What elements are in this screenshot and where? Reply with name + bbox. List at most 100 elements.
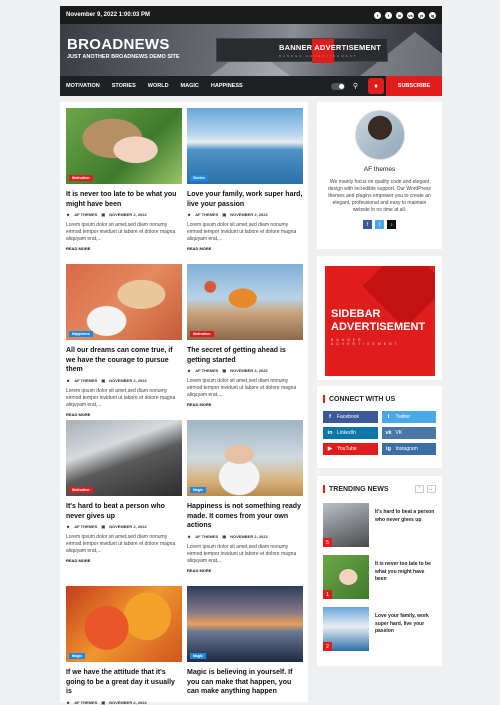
post-title[interactable]: The secret of getting ahead is getting s… <box>187 346 303 365</box>
banner-advertisement[interactable]: BANNER ADVERTISEMENT BANNER ADVERTISEMEN… <box>216 38 388 63</box>
linkedin-icon[interactable]: in <box>396 11 403 19</box>
post-card[interactable]: Stories Love your family, work super har… <box>187 108 303 251</box>
facebook-icon: f <box>329 414 331 420</box>
instagram-button[interactable]: ig Instagram <box>381 443 436 455</box>
read-more-link[interactable]: READ MORE <box>187 568 303 573</box>
post-date: NOVEMBER 2, 2022 <box>109 377 147 383</box>
trending-item-title[interactable]: It's hard to beat a person who never giv… <box>375 503 436 547</box>
post-author[interactable]: AF THEMES <box>74 700 97 705</box>
category-badge[interactable]: Magic <box>190 653 206 659</box>
trending-item-title[interactable]: Love your family, work super hard, live … <box>375 607 436 651</box>
search-icon[interactable]: ⚲ <box>353 82 358 90</box>
category-badge[interactable]: Motivation <box>69 175 93 181</box>
masthead: BROADNEWS JUST ANOTHER BROADNEWS DEMO SI… <box>60 24 442 76</box>
post-card[interactable]: Happiness All our dreams can come true, … <box>66 264 182 417</box>
chevron-down-icon[interactable]: ⌄ <box>427 485 436 493</box>
vk-button[interactable]: vk VK <box>381 427 436 439</box>
nav-item-stories[interactable]: STORIES <box>112 83 136 89</box>
post-thumbnail[interactable]: Magic <box>187 586 303 662</box>
post-author[interactable]: AF THEMES <box>74 378 97 383</box>
post-thumbnail[interactable]: Magic <box>66 586 182 662</box>
read-more-link[interactable]: READ MORE <box>66 558 182 563</box>
post-meta: ☻ AF THEMES ▣ NOVEMBER 2, 2022 <box>66 378 182 383</box>
post-author[interactable]: AF THEMES <box>74 212 97 217</box>
read-more-link[interactable]: READ MORE <box>66 412 182 417</box>
bell-icon[interactable]: ♦ <box>368 78 384 94</box>
tiktok-icon[interactable]: ♪ <box>387 220 396 229</box>
post-card[interactable]: Magic If we have the attitude that it's … <box>66 586 182 705</box>
facebook-icon[interactable]: f <box>363 220 372 229</box>
trending-item[interactable]: 5 It's hard to beat a person who never g… <box>317 503 442 547</box>
post-title[interactable]: It is never too late to be what you migh… <box>66 190 182 209</box>
nav-item-happiness[interactable]: HAPPINESS <box>211 83 243 89</box>
post-author[interactable]: AF THEMES <box>195 368 218 373</box>
trending-item-title[interactable]: It is never too late to be what you migh… <box>375 555 436 599</box>
twitter-button[interactable]: t Twitter <box>381 411 436 423</box>
facebook-label: Facebook <box>337 414 359 420</box>
site-branding[interactable]: BROADNEWS JUST ANOTHER BROADNEWS DEMO SI… <box>67 36 180 60</box>
author-icon: ☻ <box>66 699 71 705</box>
sidebar-ad-subtitle: BANNER ADVERTISEMENT <box>331 338 400 346</box>
post-title[interactable]: Love your family, work super hard, live … <box>187 190 303 209</box>
post-thumbnail[interactable]: Motivation <box>187 264 303 340</box>
trending-thumbnail[interactable]: 5 <box>323 503 369 547</box>
trending-thumbnail[interactable]: 1 <box>323 555 369 599</box>
twitter-icon[interactable]: t <box>385 11 392 19</box>
nav-item-world[interactable]: WORLD <box>148 83 169 89</box>
connect-title: CONNECT WITH US <box>317 386 442 403</box>
category-badge[interactable]: Motivation <box>69 487 93 493</box>
post-thumbnail[interactable]: Motivation <box>66 420 182 496</box>
calendar-icon: ▣ <box>101 699 106 705</box>
connect-widget: CONNECT WITH US f Facebook t Twitter in Lin… <box>317 386 442 468</box>
post-card[interactable]: Magic Magic is believing in yourself. If… <box>187 586 303 697</box>
post-excerpt: Lorem ipsum dolor sit amet,sed diam nonu… <box>187 543 297 564</box>
facebook-button[interactable]: f Facebook <box>323 411 378 423</box>
post-thumbnail[interactable]: Stories <box>187 108 303 184</box>
read-more-link[interactable]: READ MORE <box>66 246 182 251</box>
instagram-icon[interactable]: ig <box>429 11 436 19</box>
post-title[interactable]: If we have the attitude that it's going … <box>66 668 182 697</box>
twitter-icon[interactable]: t <box>375 220 384 229</box>
category-badge[interactable]: Stories <box>190 175 208 181</box>
nav-item-motivation[interactable]: MOTIVATION <box>66 83 100 89</box>
subscribe-button[interactable]: SUBSCRIBE <box>386 76 442 96</box>
post-title[interactable]: Happiness is not something ready made. I… <box>187 502 303 531</box>
post-thumbnail[interactable]: Magic <box>187 420 303 496</box>
linkedin-button[interactable]: in LinkedIn <box>323 427 378 439</box>
post-author[interactable]: AF THEMES <box>195 534 218 539</box>
author-social-links: f t ♪ <box>317 220 442 229</box>
vk-icon[interactable]: vk <box>407 11 414 19</box>
sidebar-ad-title: SIDEBAR ADVERTISEMENT <box>331 308 426 333</box>
category-badge[interactable]: Magic <box>190 487 206 493</box>
post-title[interactable]: All our dreams can come true, if we have… <box>66 346 182 375</box>
sidebar-advertisement[interactable]: SIDEBAR ADVERTISEMENT BANNER ADVERTISEME… <box>325 266 435 376</box>
post-author[interactable]: AF THEMES <box>195 212 218 217</box>
category-badge[interactable]: Magic <box>69 653 85 659</box>
read-more-link[interactable]: READ MORE <box>187 402 303 407</box>
category-badge[interactable]: Motivation <box>190 331 214 337</box>
trending-item[interactable]: 1 It is never too late to be what you mi… <box>317 555 442 599</box>
trending-item[interactable]: 2 Love your family, work super hard, liv… <box>317 607 442 651</box>
site-title[interactable]: BROADNEWS <box>67 36 180 53</box>
post-thumbnail[interactable]: Happiness <box>66 264 182 340</box>
trending-thumbnail[interactable]: 2 <box>323 607 369 651</box>
read-more-link[interactable]: READ MORE <box>187 246 303 251</box>
category-badge[interactable]: Happiness <box>69 331 93 337</box>
chevron-up-icon[interactable]: ⌃ <box>415 485 424 493</box>
post-title[interactable]: Magic is believing in yourself. If you c… <box>187 668 303 697</box>
author-icon: ☻ <box>187 212 192 217</box>
post-card[interactable]: Magic Happiness is not something ready m… <box>187 420 303 573</box>
post-card[interactable]: Motivation It is never too late to be wh… <box>66 108 182 251</box>
youtube-button[interactable]: ▶ YouTube <box>323 443 378 455</box>
post-card[interactable]: Motivation The secret of getting ahead i… <box>187 264 303 407</box>
youtube-label: YouTube <box>337 446 357 452</box>
post-title[interactable]: It's hard to beat a person who never giv… <box>66 502 182 521</box>
youtube-icon[interactable]: yt <box>418 11 425 19</box>
post-card[interactable]: Motivation It's hard to beat a person wh… <box>66 420 182 563</box>
post-author[interactable]: AF THEMES <box>74 524 97 529</box>
dark-mode-toggle[interactable] <box>330 82 345 90</box>
post-thumbnail[interactable]: Motivation <box>66 108 182 184</box>
facebook-icon[interactable]: f <box>374 11 381 19</box>
nav-item-magic[interactable]: MAGIC <box>181 83 199 89</box>
